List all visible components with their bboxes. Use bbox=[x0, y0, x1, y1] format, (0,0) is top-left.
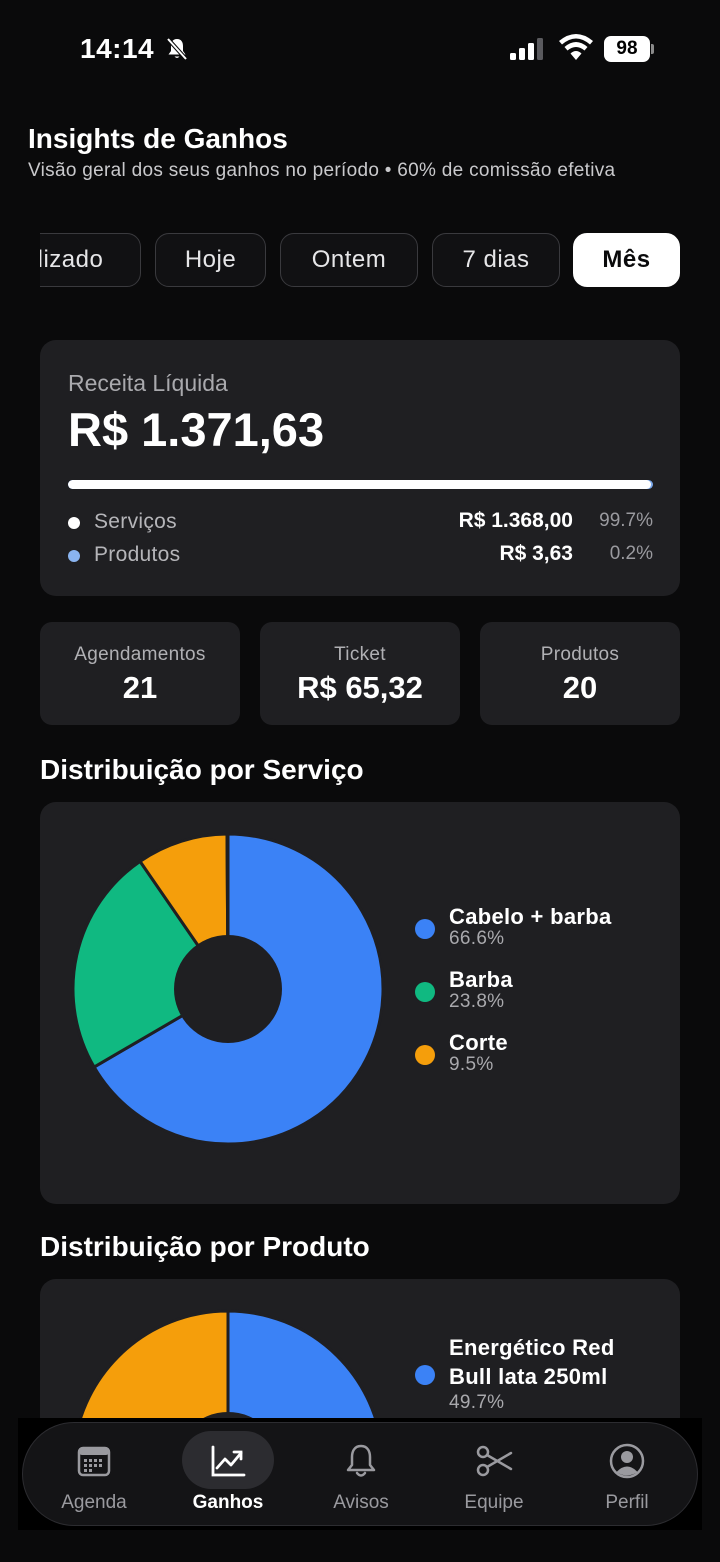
products-pct: 0.2% bbox=[609, 543, 653, 564]
calendar-icon bbox=[77, 1446, 111, 1477]
tab-label: Equipe bbox=[464, 1492, 524, 1513]
bell-icon bbox=[346, 1444, 376, 1477]
tab-bar: Agenda Ganhos Avisos Equipe Perfil bbox=[22, 1422, 698, 1526]
period-filter: lizado Hoje Ontem 7 dias Mês bbox=[40, 232, 720, 288]
services-pct: 99.7% bbox=[599, 510, 653, 531]
products-label: Produtos bbox=[94, 543, 181, 566]
revenue-split-fill bbox=[68, 480, 652, 489]
status-time: 14:14 bbox=[80, 33, 155, 64]
stat-value: 21 bbox=[122, 670, 158, 705]
revenue-split-bar bbox=[68, 480, 653, 489]
tab-agenda[interactable]: Agenda bbox=[34, 1423, 154, 1527]
tab-ganhos[interactable]: Ganhos bbox=[168, 1423, 288, 1527]
period-chip-yesterday[interactable]: Ontem bbox=[280, 233, 418, 287]
stat-label: Produtos bbox=[540, 644, 620, 665]
legend-dot bbox=[415, 919, 435, 939]
service-pie-chart bbox=[71, 832, 385, 1146]
legend-dot bbox=[415, 1045, 435, 1065]
services-dot bbox=[68, 517, 80, 529]
services-label: Serviços bbox=[94, 510, 177, 533]
battery-level: 98 bbox=[604, 36, 650, 62]
tab-label: Perfil bbox=[605, 1492, 649, 1513]
status-bar: 14:14 98 bbox=[0, 0, 720, 100]
battery-icon: 98 bbox=[604, 36, 654, 62]
stat-value: 20 bbox=[562, 670, 598, 705]
donut-hole bbox=[174, 935, 282, 1043]
product-distribution-title: Distribuição por Produto bbox=[40, 1231, 370, 1262]
revenue-label: Receita Líquida bbox=[68, 370, 228, 396]
legend-name: Energético Red bbox=[449, 1335, 615, 1360]
legend-name: Corte bbox=[449, 1030, 508, 1055]
user-circle-icon bbox=[609, 1443, 645, 1479]
revenue-row-products: Produtos R$ 3,63 0.2% bbox=[68, 541, 653, 571]
period-chip-7days[interactable]: 7 dias bbox=[432, 233, 560, 287]
legend-pct: 9.5% bbox=[449, 1054, 494, 1075]
legend-dot bbox=[415, 1365, 435, 1385]
wifi-icon bbox=[559, 34, 593, 60]
bell-off-icon bbox=[166, 37, 188, 61]
service-chart-card: Cabelo + barba 66.6% Barba 23.8% Corte 9… bbox=[40, 802, 680, 1204]
legend-name: Cabelo + barba bbox=[449, 904, 612, 929]
revenue-row-services: Serviços R$ 1.368,00 99.7% bbox=[68, 508, 653, 538]
products-dot bbox=[68, 550, 80, 562]
stat-label: Agendamentos bbox=[74, 644, 206, 665]
stat-card-products: Produtos 20 bbox=[480, 622, 680, 725]
tab-perfil[interactable]: Perfil bbox=[567, 1423, 687, 1527]
legend-pct: 66.6% bbox=[449, 928, 505, 949]
legend-name: Bull lata 250ml bbox=[449, 1364, 608, 1389]
page-subtitle: Visão geral dos seus ganhos no período •… bbox=[28, 160, 616, 181]
period-chip-today[interactable]: Hoje bbox=[155, 233, 266, 287]
products-amount: R$ 3,63 bbox=[499, 542, 573, 565]
stat-value: R$ 65,32 bbox=[297, 670, 423, 705]
tab-label: Agenda bbox=[61, 1492, 127, 1513]
legend-dot bbox=[415, 982, 435, 1002]
service-distribution-title: Distribuição por Serviço bbox=[40, 754, 364, 785]
legend-name: Barba bbox=[449, 967, 513, 992]
tab-avisos[interactable]: Avisos bbox=[301, 1423, 421, 1527]
tab-label: Avisos bbox=[333, 1492, 389, 1513]
period-chip-custom[interactable]: lizado bbox=[40, 233, 141, 287]
tab-label: Ganhos bbox=[192, 1492, 264, 1513]
page-title: Insights de Ganhos bbox=[28, 123, 288, 154]
stat-card-ticket: Ticket R$ 65,32 bbox=[260, 622, 460, 725]
scissors-icon bbox=[476, 1445, 513, 1477]
revenue-value: R$ 1.371,63 bbox=[68, 403, 325, 456]
legend-pct: 23.8% bbox=[449, 991, 505, 1012]
stat-label: Ticket bbox=[334, 644, 386, 665]
signal-icon bbox=[510, 38, 543, 60]
chart-trend-icon bbox=[211, 1445, 246, 1477]
services-amount: R$ 1.368,00 bbox=[458, 509, 573, 532]
revenue-card: Receita Líquida R$ 1.371,63 Serviços R$ … bbox=[40, 340, 680, 596]
legend-pct: 49.7% bbox=[449, 1392, 505, 1413]
period-chip-month[interactable]: Mês bbox=[573, 233, 680, 287]
battery-cap bbox=[651, 44, 654, 54]
tab-equipe[interactable]: Equipe bbox=[434, 1423, 554, 1527]
stat-card-appointments: Agendamentos 21 bbox=[40, 622, 240, 725]
